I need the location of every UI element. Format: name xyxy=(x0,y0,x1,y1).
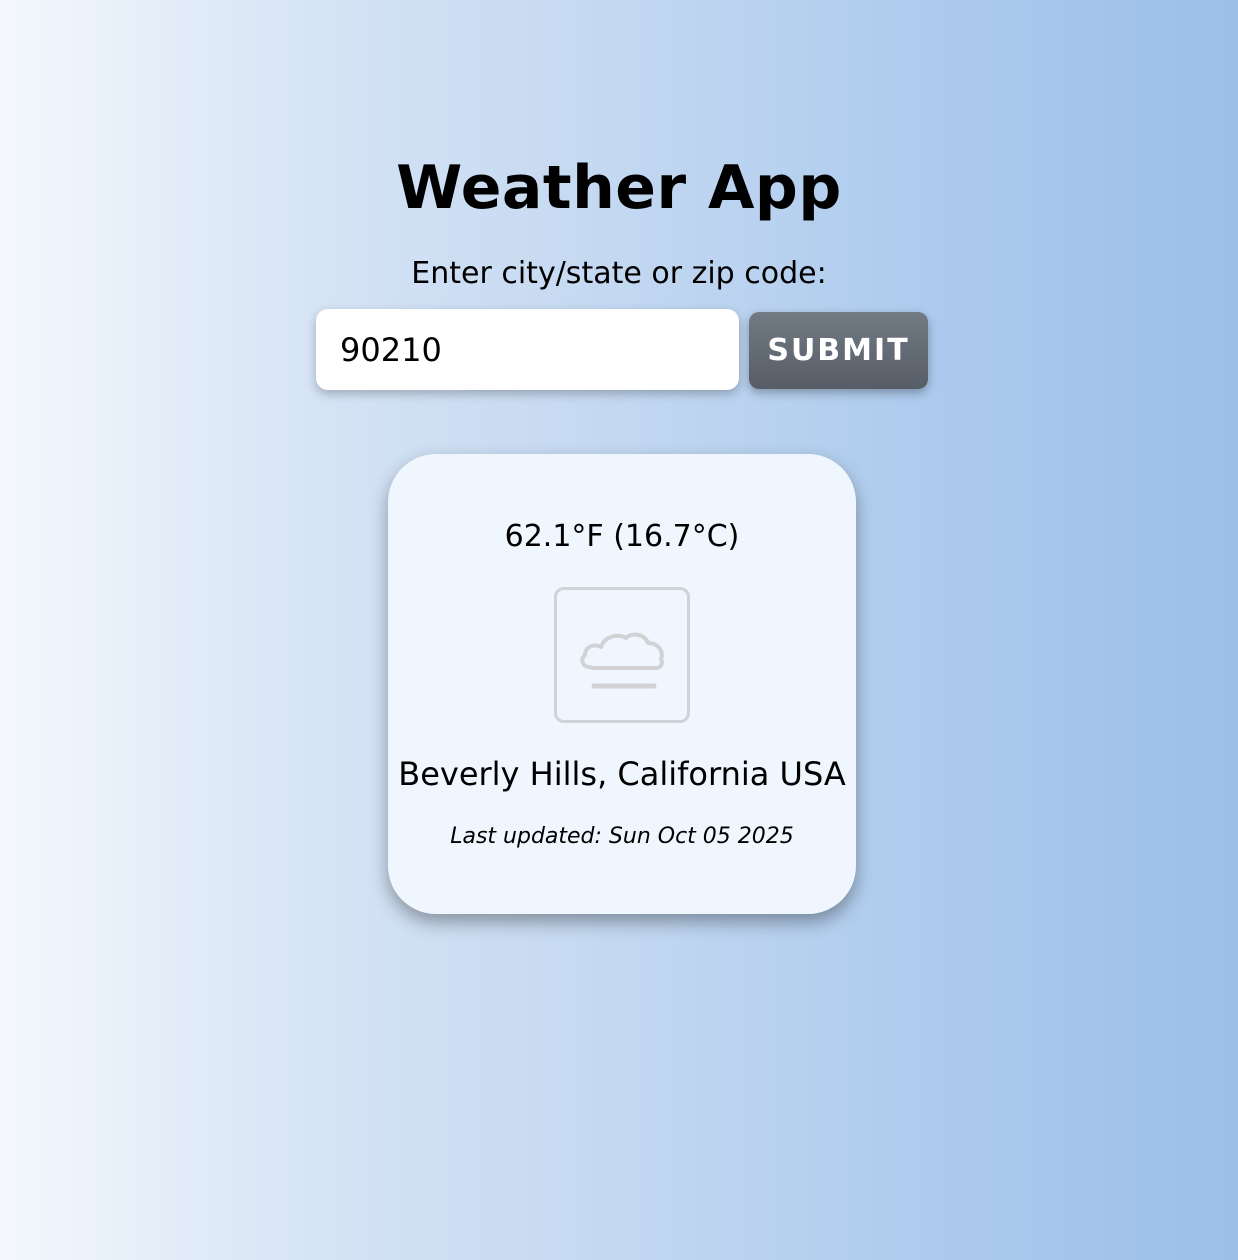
submit-button[interactable]: SUBMIT xyxy=(749,312,928,389)
last-updated: Last updated: Sun Oct 05 2025 xyxy=(450,824,794,849)
fog-icon xyxy=(554,587,690,723)
page-title: Weather App xyxy=(396,153,842,223)
weather-card: 62.1°F (16.7°C) Beverly Hills, Californi… xyxy=(388,454,856,914)
search-input[interactable] xyxy=(316,309,739,390)
weather-app: Weather App Enter city/state or zip code… xyxy=(0,0,1238,1260)
temperature-readout: 62.1°F (16.7°C) xyxy=(504,519,740,554)
search-prompt-label: Enter city/state or zip code: xyxy=(411,256,827,291)
location-name: Beverly Hills, California USA xyxy=(398,755,846,793)
